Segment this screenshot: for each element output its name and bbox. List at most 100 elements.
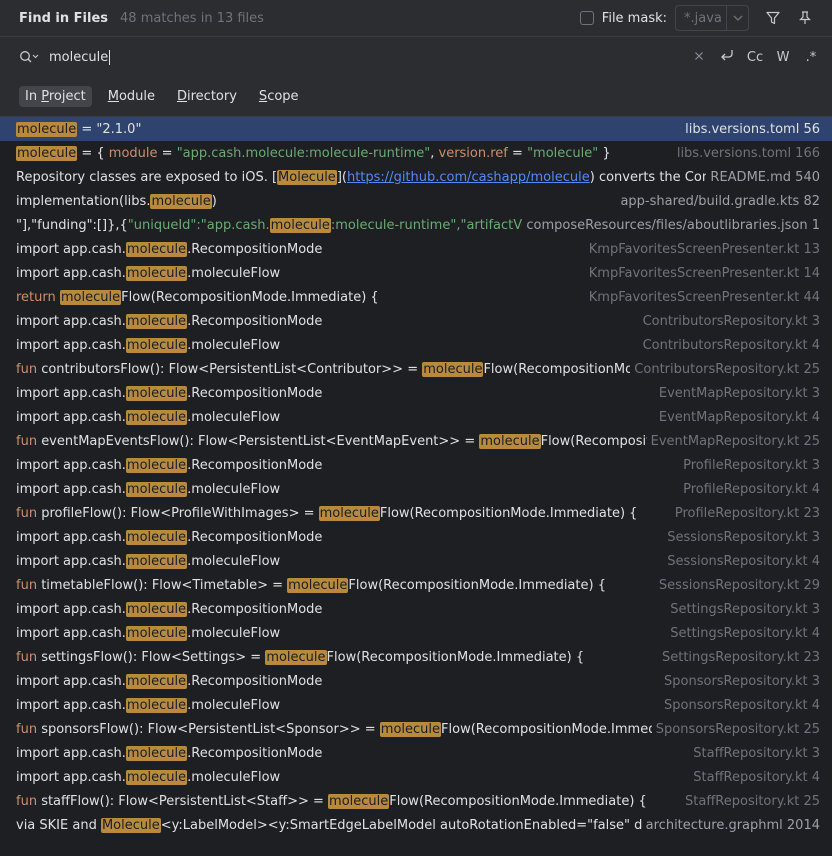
- result-row[interactable]: "],"funding":[]},{"uniqueId":"app.cash.m…: [0, 213, 832, 237]
- result-row[interactable]: molecule = { module = "app.cash.molecule…: [0, 141, 832, 165]
- result-row[interactable]: Repository classes are exposed to iOS. […: [0, 165, 832, 189]
- search-input[interactable]: molecule: [49, 49, 680, 65]
- match-highlight: molecule: [125, 385, 188, 401]
- match-highlight: molecule: [150, 193, 212, 209]
- tab-in-project[interactable]: In Project: [19, 86, 92, 107]
- result-code: import app.cash.molecule.moleculeFlow: [16, 769, 689, 785]
- code-text: .moleculeFlow: [187, 697, 281, 713]
- code-text: import app.cash.: [16, 481, 126, 497]
- result-row[interactable]: fun eventMapEventsFlow(): Flow<Persisten…: [0, 429, 832, 453]
- code-text: Flow(RecompositionMode.Immediate) {: [441, 721, 652, 737]
- match-highlight: molecule: [125, 745, 188, 761]
- result-row[interactable]: import app.cash.molecule.RecompositionMo…: [0, 597, 832, 621]
- result-code: implementation(libs.molecule): [16, 193, 616, 209]
- result-row[interactable]: import app.cash.molecule.moleculeFlow Con…: [0, 333, 832, 357]
- new-line-icon[interactable]: [718, 48, 736, 66]
- code-string: "uniqueId":"app.cash.: [127, 217, 270, 233]
- result-row[interactable]: fun staffFlow(): Flow<PersistentList<Sta…: [0, 789, 832, 813]
- result-row[interactable]: fun contributorsFlow(): Flow<PersistentL…: [0, 357, 832, 381]
- code-text: implementation(libs.: [16, 193, 151, 209]
- regex-toggle[interactable]: .*: [802, 50, 820, 65]
- match-highlight: molecule: [125, 481, 188, 497]
- code-text: =: [507, 145, 528, 161]
- tab-mnemonic: P: [41, 89, 49, 104]
- result-file-location: StaffRepository.kt 25: [685, 793, 820, 809]
- match-highlight: molecule: [125, 529, 188, 545]
- result-row[interactable]: fun profileFlow(): Flow<ProfileWithImage…: [0, 501, 832, 525]
- tab-directory[interactable]: Directory: [171, 86, 243, 107]
- match-case-toggle[interactable]: Cc: [746, 50, 764, 65]
- clear-icon[interactable]: [690, 50, 708, 65]
- result-row[interactable]: return moleculeFlow(RecompositionMode.Im…: [0, 285, 832, 309]
- result-row[interactable]: import app.cash.molecule.RecompositionMo…: [0, 381, 832, 405]
- code-string: :molecule-runtime","artifactVersion":"2: [330, 217, 523, 233]
- result-file-location: ContributorsRepository.kt 25: [634, 361, 820, 377]
- tab-module[interactable]: Module: [102, 86, 161, 107]
- match-highlight: molecule: [16, 145, 78, 161]
- file-mask-value[interactable]: *.java: [676, 11, 726, 26]
- result-row[interactable]: molecule = "2.1.0" libs.versions.toml 56: [0, 117, 832, 141]
- match-highlight: molecule: [125, 337, 188, 353]
- result-row[interactable]: fun sponsorsFlow(): Flow<PersistentList<…: [0, 717, 832, 741]
- whole-words-toggle[interactable]: W: [774, 50, 792, 65]
- match-highlight: molecule: [125, 409, 188, 425]
- code-text: Flow(RecompositionMode.Immediate) {: [348, 577, 606, 593]
- result-row[interactable]: import app.cash.molecule.moleculeFlow Kmp…: [0, 261, 832, 285]
- result-file-location: SponsorsRepository.kt 25: [655, 721, 820, 737]
- match-highlight: molecule: [125, 457, 188, 473]
- match-highlight: molecule: [125, 241, 188, 257]
- result-row[interactable]: import app.cash.molecule.RecompositionMo…: [0, 237, 832, 261]
- result-row[interactable]: import app.cash.molecule.RecompositionMo…: [0, 741, 832, 765]
- result-row[interactable]: import app.cash.molecule.RecompositionMo…: [0, 669, 832, 693]
- match-highlight: molecule: [265, 649, 327, 665]
- result-row[interactable]: fun settingsFlow(): Flow<Settings> = mol…: [0, 645, 832, 669]
- tab-scope[interactable]: Scope: [253, 86, 305, 107]
- code-text: Flow(RecompositionMode.Immediate): [483, 361, 631, 377]
- code-text: .RecompositionMode: [187, 385, 323, 401]
- code-link[interactable]: https://github.com/cashapp/molecule: [347, 170, 590, 185]
- match-highlight: molecule: [318, 505, 380, 521]
- result-row[interactable]: import app.cash.molecule.RecompositionMo…: [0, 525, 832, 549]
- filter-icon[interactable]: [765, 10, 781, 26]
- result-code: import app.cash.molecule.moleculeFlow: [16, 265, 585, 281]
- code-text: timetableFlow(): Flow<Timetable> =: [41, 577, 288, 593]
- match-highlight: molecule: [328, 793, 390, 809]
- code-text: Flow(RecompositionMode.Immediate) {: [379, 505, 638, 521]
- pin-icon[interactable]: [797, 10, 813, 26]
- result-row[interactable]: import app.cash.molecule.moleculeFlow Spo…: [0, 693, 832, 717]
- result-code: import app.cash.molecule.RecompositionMo…: [16, 241, 585, 257]
- result-row[interactable]: fun timetableFlow(): Flow<Timetable> = m…: [0, 573, 832, 597]
- match-summary: 48 matches in 13 files: [120, 10, 264, 26]
- result-row[interactable]: import app.cash.molecule.RecompositionMo…: [0, 453, 832, 477]
- code-keyword: fun: [16, 433, 42, 449]
- result-file-location: README.md 540: [710, 169, 820, 185]
- code-text: import app.cash.: [16, 601, 126, 617]
- code-text: .RecompositionMode: [187, 313, 323, 329]
- result-row[interactable]: import app.cash.molecule.moleculeFlow Eve…: [0, 405, 832, 429]
- result-row[interactable]: import app.cash.molecule.moleculeFlow Ses…: [0, 549, 832, 573]
- result-code: import app.cash.molecule.moleculeFlow: [16, 337, 639, 353]
- result-row[interactable]: implementation(libs.molecule) app-shared/…: [0, 189, 832, 213]
- result-code: return moleculeFlow(RecompositionMode.Im…: [16, 289, 585, 305]
- file-mask-checkbox[interactable]: [579, 11, 594, 25]
- result-file-location: ContributorsRepository.kt 3: [642, 313, 820, 329]
- result-row[interactable]: import app.cash.molecule.moleculeFlow Sta…: [0, 765, 832, 789]
- code-text: .moleculeFlow: [187, 481, 281, 497]
- search-history-icon[interactable]: [19, 50, 39, 64]
- result-row[interactable]: import app.cash.molecule.moleculeFlow Pro…: [0, 477, 832, 501]
- match-highlight: molecule: [125, 625, 188, 641]
- code-keyword: fun: [16, 577, 42, 593]
- code-keyword: return: [16, 289, 60, 305]
- result-row[interactable]: import app.cash.molecule.moleculeFlow Set…: [0, 621, 832, 645]
- file-mask-combo[interactable]: *.java: [675, 5, 749, 31]
- code-text: via SKIE and: [16, 817, 101, 833]
- result-code: via SKIE and Molecule<y:LabelModel><y:Sm…: [16, 817, 642, 833]
- result-code: import app.cash.molecule.RecompositionMo…: [16, 385, 655, 401]
- chevron-down-icon[interactable]: [726, 6, 748, 30]
- result-file-location: ContributorsRepository.kt 4: [642, 337, 820, 353]
- result-file-location: SponsorsRepository.kt 4: [664, 697, 820, 713]
- result-row[interactable]: import app.cash.molecule.RecompositionMo…: [0, 309, 832, 333]
- result-row[interactable]: via SKIE and Molecule<y:LabelModel><y:Sm…: [0, 813, 832, 837]
- code-text: import app.cash.: [16, 745, 126, 761]
- result-code: "],"funding":[]},{"uniqueId":"app.cash.m…: [16, 217, 523, 233]
